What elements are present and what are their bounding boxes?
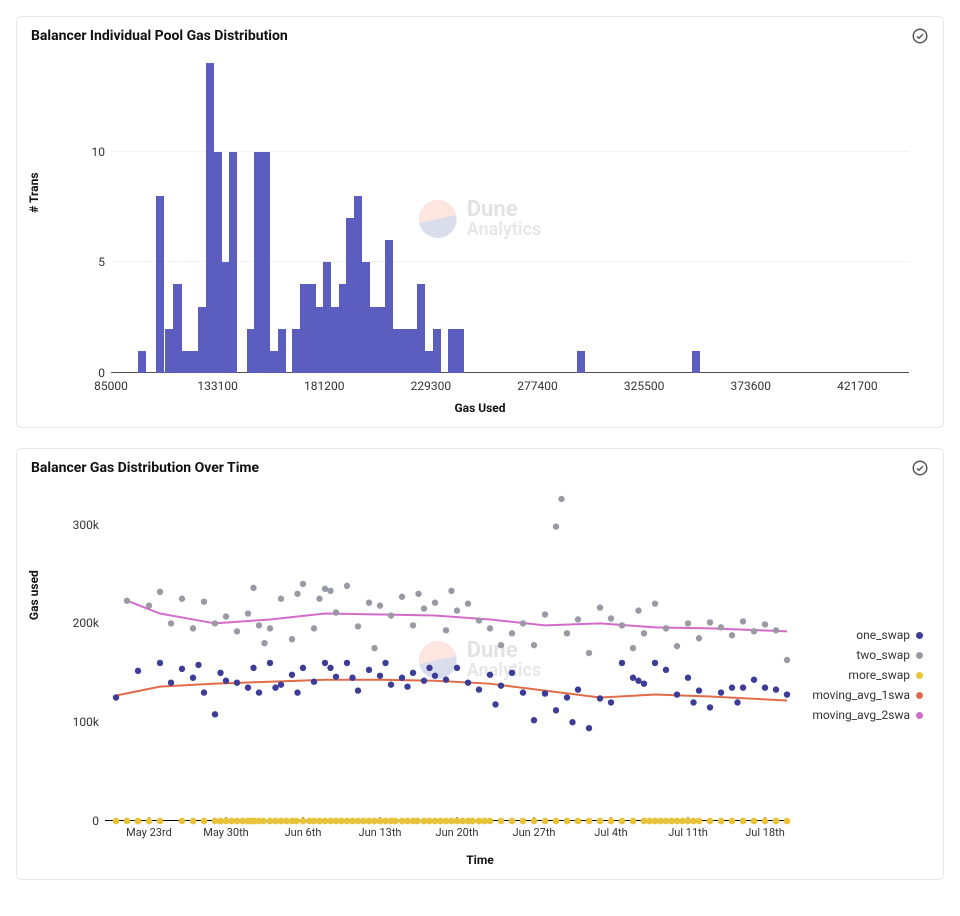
x-tick: 229300 (411, 373, 451, 393)
x-tick: May 30th (203, 821, 248, 839)
y-tick: 0 (92, 814, 105, 828)
bar (408, 329, 416, 373)
bar (165, 329, 173, 373)
bar (433, 329, 441, 373)
x-tick: 277400 (517, 373, 557, 393)
x-tick: 421700 (837, 373, 877, 393)
legend-item[interactable]: moving_avg_1swa (791, 685, 923, 705)
x-tick: 181200 (304, 373, 344, 393)
x-tick: Jul 11th (668, 821, 708, 839)
y-axis-label: Gas used (27, 570, 41, 620)
chart-area: Gas used Time Dune Analytics 0100k200k30… (31, 485, 929, 865)
panel-title: Balancer Individual Pool Gas Distributio… (31, 28, 288, 44)
x-tick: Jun 13th (359, 821, 402, 839)
scatter-chart: 0100k200k300kMay 23rdMay 30thJun 6thJun … (105, 495, 787, 821)
x-axis-label: Time (466, 853, 494, 867)
panel-header: Balancer Gas Distribution Over Time (31, 459, 929, 477)
x-tick: Jun 20th (436, 821, 479, 839)
panel-title: Balancer Gas Distribution Over Time (31, 460, 259, 476)
bar-chart: 0510850001331001812002293002774003255003… (111, 63, 909, 373)
panel-gas-distribution: Balancer Individual Pool Gas Distributio… (16, 16, 944, 428)
y-tick: 100k (73, 715, 105, 729)
y-tick: 200k (73, 616, 105, 630)
x-tick: 133100 (197, 373, 237, 393)
y-tick: 300k (73, 518, 105, 532)
y-tick: 5 (98, 255, 111, 269)
bar (262, 152, 270, 373)
x-axis-label: Gas Used (454, 401, 505, 415)
bar (278, 329, 286, 373)
bar (138, 351, 146, 373)
x-tick: 85000 (94, 373, 128, 393)
bar (156, 196, 164, 373)
chart-area: # Trans Gas Used Dune Analytics 05108500… (31, 53, 929, 413)
legend-item[interactable]: one_swap (791, 625, 923, 645)
bar (577, 351, 585, 373)
legend: one_swaptwo_swapmore_swapmoving_avg_1swa… (791, 625, 923, 725)
legend-item[interactable]: moving_avg_2swa (791, 705, 923, 725)
x-tick: Jul 4th (594, 821, 627, 839)
y-axis-label: # Trans (27, 173, 41, 213)
verified-check-icon[interactable] (911, 459, 929, 477)
panel-header: Balancer Individual Pool Gas Distributio… (31, 27, 929, 45)
x-tick: Jul 18th (745, 821, 785, 839)
bar (456, 329, 464, 373)
bar (692, 351, 700, 373)
x-tick: May 23rd (126, 821, 172, 839)
x-tick: Jun 27th (513, 821, 556, 839)
legend-item[interactable]: two_swap (791, 645, 923, 665)
x-tick: 325500 (624, 373, 664, 393)
x-tick: Jun 6th (285, 821, 322, 839)
series-moving_avg_1swap (116, 680, 787, 701)
panel-gas-over-time: Balancer Gas Distribution Over Time Gas … (16, 448, 944, 880)
x-tick: 373600 (730, 373, 770, 393)
bar (173, 284, 181, 373)
bar (206, 63, 214, 373)
verified-check-icon[interactable] (911, 27, 929, 45)
y-tick: 10 (92, 145, 112, 159)
bar (229, 152, 237, 373)
legend-item[interactable]: more_swap (791, 665, 923, 685)
